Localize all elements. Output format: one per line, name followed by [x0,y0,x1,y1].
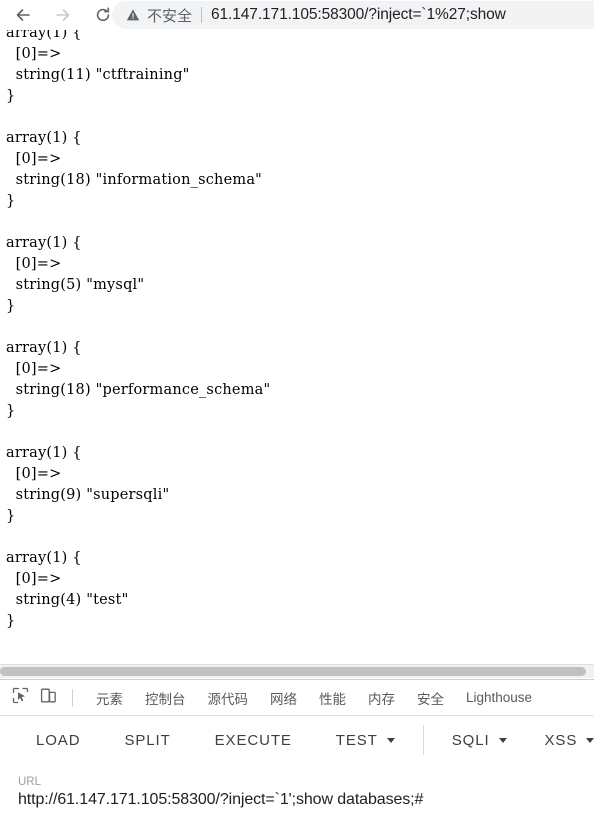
test-dropdown-button[interactable]: TEST [330,732,401,749]
back-button[interactable] [8,0,38,30]
scrollbar-thumb[interactable] [0,667,586,676]
split-button[interactable]: SPLIT [118,732,176,749]
page-horizontal-scrollbar[interactable] [0,664,594,678]
test-label: TEST [335,731,378,749]
url-input-group[interactable]: URL http://61.147.171.105:58300/?inject=… [0,772,594,816]
xss-label: XSS [544,731,578,749]
chevron-down-icon [586,737,594,743]
xss-dropdown-button[interactable]: XSS [539,732,594,749]
omnibox-divider [201,7,203,23]
arrow-right-icon [53,5,73,25]
browser-window: 不安全 61.147.171.105:58300/?inject=`1%27;s… [0,0,594,816]
var-dump-output: array(1) { [0]=> string(11) "ctftraining… [6,30,271,629]
warning-triangle-icon[interactable] [126,8,140,22]
arrow-left-icon [13,5,33,25]
address-bar[interactable]: 不安全 61.147.171.105:58300/?inject=`1%27;s… [112,1,594,29]
reload-icon [93,5,113,25]
load-button[interactable]: LOAD [30,732,86,749]
devtools-tab-sources[interactable]: 源代码 [197,688,260,708]
devtools-toolbar-divider [72,688,73,707]
forward-button [48,0,78,30]
execute-button[interactable]: EXECUTE [209,732,298,749]
url-field-label: URL [18,776,42,788]
url-input[interactable]: http://61.147.171.105:58300/?inject=`1';… [18,789,594,811]
devtools-tab-security[interactable]: 安全 [406,688,455,708]
devtools-tab-performance[interactable]: 性能 [308,688,357,708]
page-content: array(1) { [0]=> string(11) "ctftraining… [0,30,270,632]
sqli-label: SQLI [451,731,490,749]
browser-toolbar: 不安全 61.147.171.105:58300/?inject=`1%27;s… [0,0,594,30]
devtools-tab-elements[interactable]: 元素 [85,688,134,708]
inspect-element-icon [12,687,29,709]
devtools-tab-network[interactable]: 网络 [259,688,308,708]
extension-action-bar: LOAD SPLIT EXECUTE TEST SQLI XSS [0,716,594,764]
chevron-down-icon [498,737,507,743]
devtools-tabbar: 元素 控制台 源代码 网络 性能 内存 安全 Lighthouse [0,680,594,716]
sqli-dropdown-button[interactable]: SQLI [446,732,513,749]
page-content-viewport: array(1) { [0]=> string(11) "ctftraining… [0,30,594,668]
device-toolbar-icon [40,687,57,709]
chevron-down-icon [386,737,395,743]
action-bar-divider [422,725,424,755]
address-bar-url: 61.147.171.105:58300/?inject=`1%27;show [211,6,506,23]
devtools-tab-lighthouse[interactable]: Lighthouse [455,690,543,705]
devtools-tab-console[interactable]: 控制台 [134,688,197,708]
security-status-label: 不安全 [147,6,193,25]
device-toolbar-button[interactable] [34,684,62,712]
inspect-element-button[interactable] [6,684,34,712]
devtools-tab-memory[interactable]: 内存 [357,688,406,708]
